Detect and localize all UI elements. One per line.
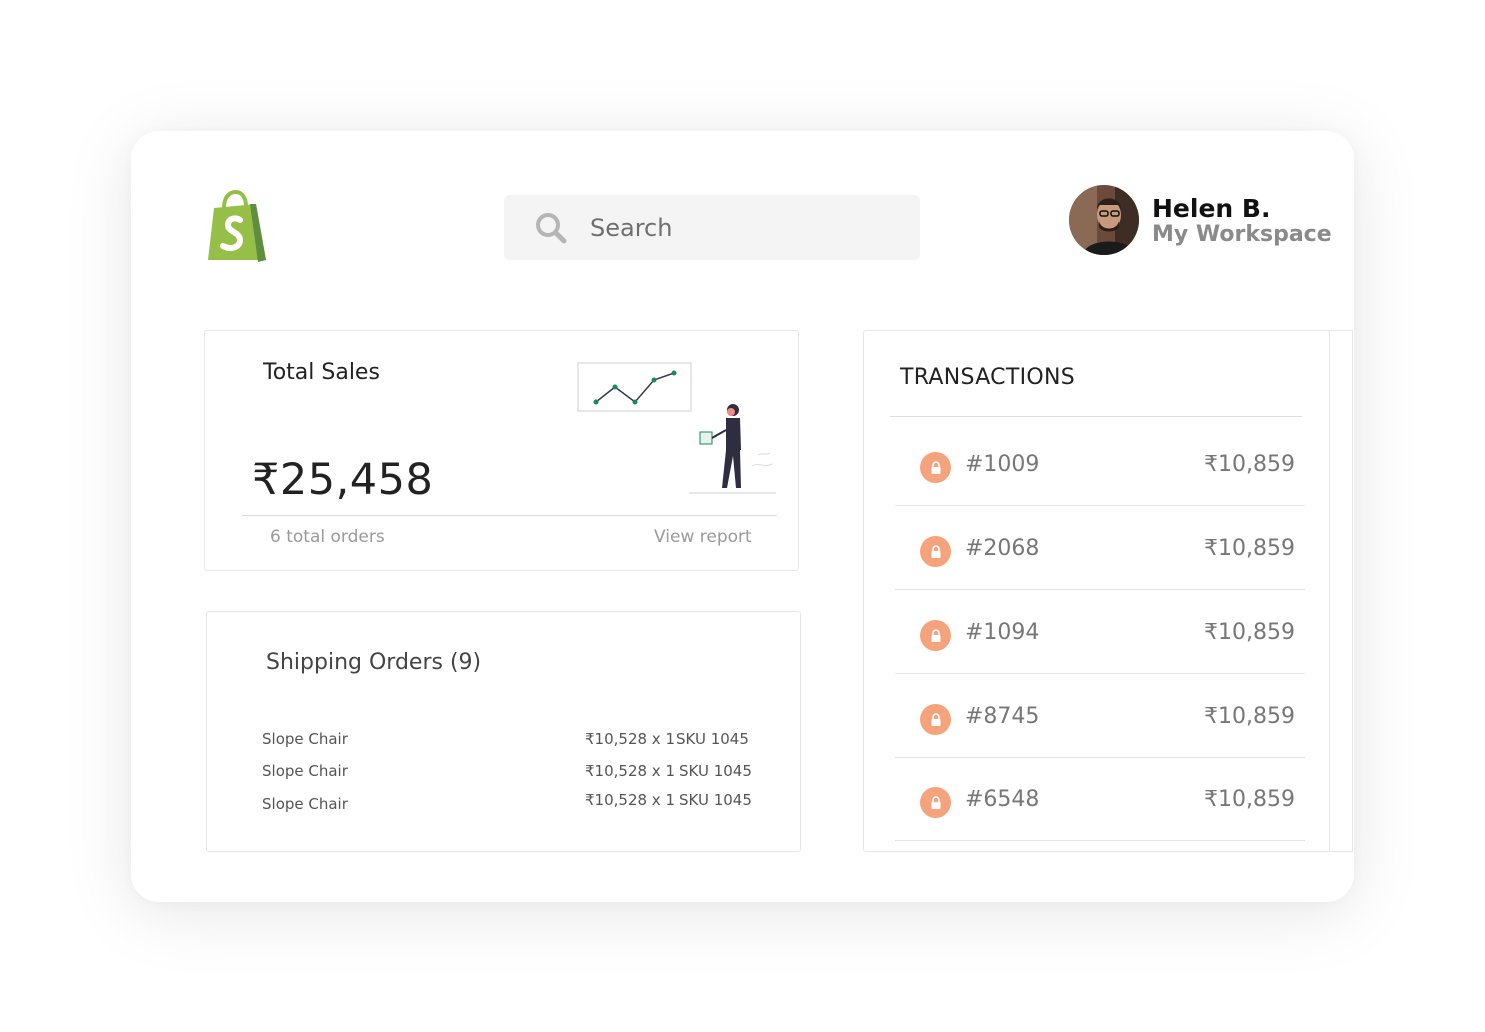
total-orders-count: 6 total orders [270,527,385,547]
search-icon [536,212,567,243]
view-report-link[interactable]: View report [654,527,752,547]
transaction-amount: ₹10,859 [1204,787,1295,812]
transactions-title: TRANSACTIONS [900,365,1076,390]
transaction-id: #6548 [965,787,1040,812]
transaction-id: #1009 [965,452,1040,477]
divider [242,515,777,516]
total-sales-title: Total Sales [263,360,380,385]
divider [890,416,1302,417]
transaction-id: #8745 [965,704,1040,729]
shipping-item-price: ₹10,528 x 1 [585,762,675,780]
transactions-panel-edge [1329,330,1353,852]
shipping-item-price: ₹10,528 x 1 [585,730,675,748]
search-bar[interactable] [504,195,920,260]
transaction-id: #1094 [965,620,1040,645]
transaction-amount: ₹10,859 [1204,452,1295,477]
lock-icon [920,704,951,735]
sales-illustration [577,362,776,494]
total-sales-amount: ₹25,458 [252,455,434,505]
shipping-item-name: Slope Chair [262,730,348,748]
workspace-label[interactable]: My Workspace [1152,222,1332,247]
transaction-amount: ₹10,859 [1204,704,1295,729]
transaction-row[interactable]: #2068 ₹10,859 [895,506,1305,590]
shipping-orders-title: Shipping Orders (9) [266,650,482,675]
shopify-logo[interactable] [206,190,272,264]
shipping-item-name: Slope Chair [262,795,348,813]
lock-icon [920,452,951,483]
transaction-row[interactable]: #1009 ₹10,859 [895,422,1305,506]
transaction-id: #2068 [965,536,1040,561]
shipping-item-name: Slope Chair [262,762,348,780]
lock-icon [920,620,951,651]
transaction-amount: ₹10,859 [1204,536,1295,561]
shipping-item-sku: SKU 1045 [679,791,752,809]
search-input[interactable] [590,213,890,242]
transaction-row[interactable]: #8745 ₹10,859 [895,674,1305,758]
lock-icon [920,536,951,567]
user-name: Helen B. [1152,194,1271,223]
shipping-item-sku: SKU 1045 [676,730,749,748]
shipping-item-sku: SKU 1045 [679,762,752,780]
avatar[interactable] [1069,185,1139,255]
transaction-amount: ₹10,859 [1204,620,1295,645]
transaction-row[interactable]: #1094 ₹10,859 [895,590,1305,674]
lock-icon [920,787,951,818]
shipping-item-price: ₹10,528 x 1 [585,791,675,809]
transaction-row[interactable]: #6548 ₹10,859 [895,757,1305,841]
